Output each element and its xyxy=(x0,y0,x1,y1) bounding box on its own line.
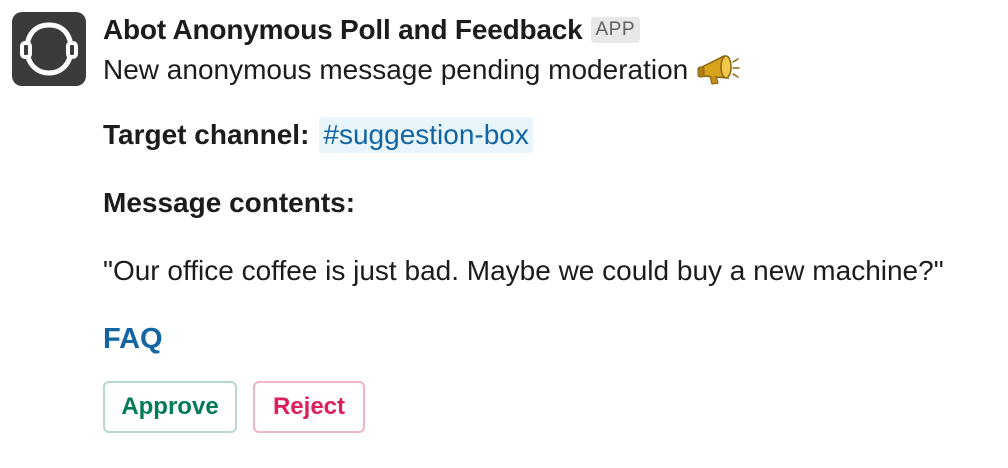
message-contents-text: "Our office coffee is just bad. Maybe we… xyxy=(103,255,944,286)
message-header: Abot Anonymous Poll and Feedback APP xyxy=(103,10,998,50)
notice-line: New anonymous message pending moderation xyxy=(103,52,998,88)
message: Abot Anonymous Poll and Feedback APP New… xyxy=(0,0,1008,468)
faq-link[interactable]: FAQ xyxy=(103,321,998,357)
approve-button[interactable]: Approve xyxy=(103,381,237,433)
bot-avatar[interactable] xyxy=(12,12,86,86)
bot-face-icon xyxy=(20,22,78,76)
app-badge: APP xyxy=(590,17,641,43)
message-content: Abot Anonymous Poll and Feedback APP New… xyxy=(103,10,998,433)
channel-link[interactable]: #suggestion-box xyxy=(319,117,533,153)
action-buttons: Approve Reject xyxy=(103,381,998,433)
target-channel-label: Target channel: xyxy=(103,119,310,150)
message-contents-label: Message contents: xyxy=(103,187,356,218)
notice-text: New anonymous message pending moderation xyxy=(103,54,689,85)
sender-name[interactable]: Abot Anonymous Poll and Feedback xyxy=(103,14,583,46)
megaphone-icon xyxy=(696,52,740,88)
target-channel-row: Target channel: #suggestion-box xyxy=(103,117,998,153)
reject-button[interactable]: Reject xyxy=(253,381,365,433)
